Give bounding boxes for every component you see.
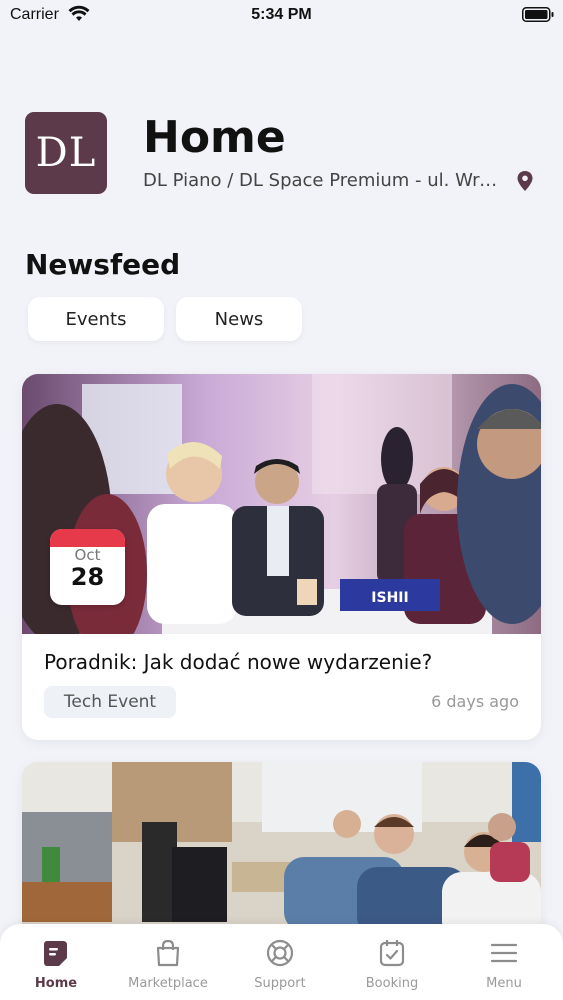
page-title: Home: [143, 112, 286, 163]
header: DL Home DL Piano / DL Space Premium - ul…: [25, 112, 545, 196]
filter-news-button[interactable]: News: [176, 297, 302, 341]
event-title: Poradnik: Jak dodać nowe wydarzenie?: [44, 650, 433, 674]
tab-booking-label: Booking: [365, 976, 419, 991]
clock: 5:34 PM: [251, 6, 312, 23]
event-date-badge: Oct 28: [50, 529, 125, 605]
event-month: Oct: [74, 546, 101, 564]
status-bar: Carrier 5:34 PM: [0, 0, 563, 32]
tab-marketplace[interactable]: Marketplace: [112, 924, 224, 1000]
event-day: 28: [70, 563, 105, 591]
event-card[interactable]: ISHII Oct 28 Poradnik: Jak dodać nowe wy…: [22, 374, 541, 740]
tab-home[interactable]: Home: [0, 924, 112, 1000]
name-placard-text: ISHII: [371, 590, 408, 606]
bottom-tab-bar: Home Marketplace Support Booking Menu: [0, 924, 563, 1000]
tab-support[interactable]: Support: [224, 924, 336, 1000]
hamburger-menu-icon: [490, 943, 518, 963]
location-selector[interactable]: DL Piano / DL Space Premium - ul. Wro...: [143, 170, 503, 191]
event-time-ago: 6 days ago: [431, 692, 519, 711]
newsfeed-heading: Newsfeed: [25, 248, 181, 281]
lifebuoy-icon: [266, 939, 294, 967]
battery-icon: [522, 7, 554, 22]
company-logo: DL: [25, 112, 107, 194]
tab-menu[interactable]: Menu: [448, 924, 560, 1000]
event-category-tag: Tech Event: [44, 686, 176, 718]
calendar-check-icon: [379, 940, 405, 967]
filter-events-button[interactable]: Events: [28, 297, 164, 341]
tab-support-label: Support: [254, 976, 306, 991]
tab-home-label: Home: [34, 976, 78, 991]
tab-marketplace-label: Marketplace: [128, 976, 208, 991]
shopping-bag-icon: [156, 939, 180, 967]
tab-booking[interactable]: Booking: [336, 924, 448, 1000]
home-icon: [44, 941, 67, 966]
tab-menu-label: Menu: [486, 976, 522, 991]
location-pin-icon[interactable]: [515, 170, 535, 192]
